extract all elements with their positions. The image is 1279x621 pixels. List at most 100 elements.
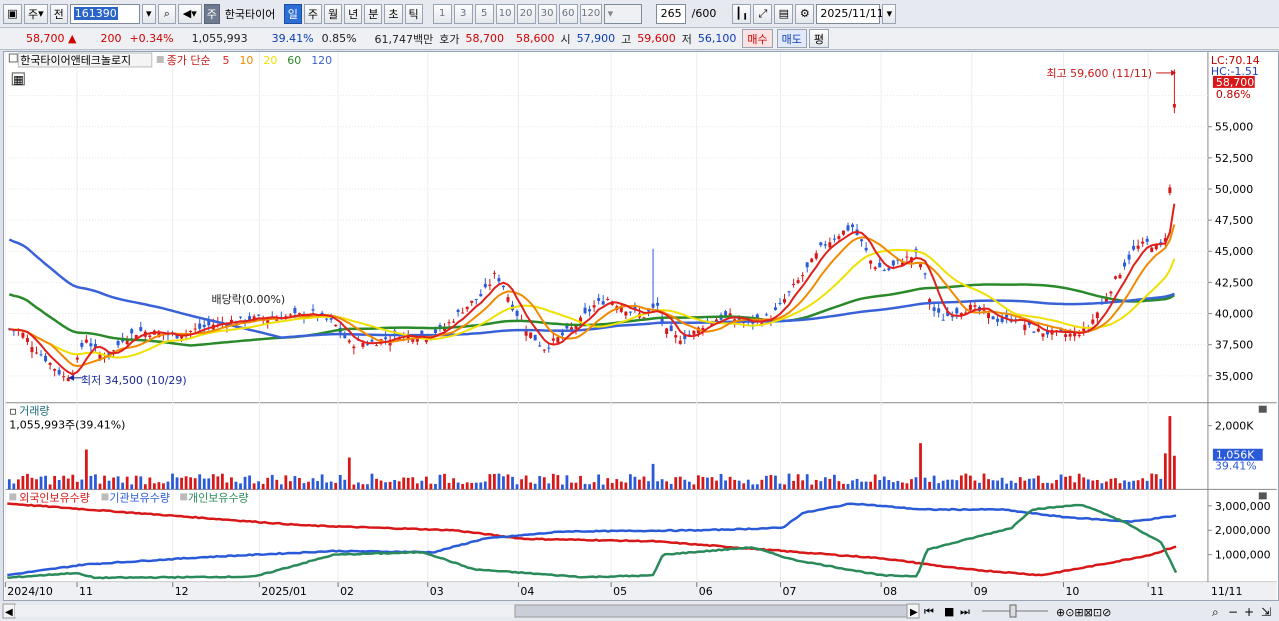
sell-button[interactable]: 매도	[776, 29, 807, 48]
ask-label: 호가	[439, 32, 460, 46]
volume-bar	[1014, 482, 1018, 490]
price-axis-tick: 47,500	[1215, 214, 1253, 227]
interval-1[interactable]: 1	[432, 3, 452, 24]
buy-button[interactable]: 매수	[742, 29, 773, 48]
volume-bar	[832, 474, 836, 490]
zoom-slider-handle[interactable]	[1009, 604, 1017, 618]
volume-bar	[16, 479, 20, 490]
scroll-thumb[interactable]	[514, 604, 908, 618]
interval-custom-input[interactable]: ▾	[603, 3, 642, 24]
interval-120[interactable]: 120	[579, 3, 602, 24]
volume-bar	[619, 481, 623, 490]
volume-bar	[524, 475, 528, 490]
zoom-out-icon[interactable]: −	[1228, 605, 1238, 619]
volume-bar	[506, 474, 510, 490]
next-page-icon[interactable]: ⏭	[960, 605, 970, 618]
prev-button[interactable]: 전	[49, 3, 68, 24]
candle-body	[384, 337, 388, 340]
period-day[interactable]: 일	[283, 3, 302, 24]
volume-bar	[760, 479, 764, 490]
draw-tool-icon[interactable]: ⤢	[753, 3, 773, 24]
candle-body	[882, 269, 886, 271]
volume-bar	[710, 477, 714, 490]
interval-10[interactable]: 10	[495, 3, 515, 24]
interval-3[interactable]: 3	[453, 3, 473, 24]
volume-bar	[1095, 479, 1099, 490]
interval-20[interactable]: 20	[516, 3, 536, 24]
volume-bar	[198, 474, 202, 490]
holdings-legend-0: 외국인보유수량	[19, 491, 90, 504]
period-year[interactable]: 년	[344, 3, 363, 24]
date-dropdown-icon[interactable]: ▾	[882, 3, 897, 24]
volume-bar	[638, 479, 641, 490]
volume-bar	[21, 475, 25, 490]
candle-body	[320, 312, 324, 315]
volume-bar	[189, 477, 193, 490]
volume-bar	[588, 484, 591, 490]
date-input[interactable]: 2025/11/11	[816, 3, 884, 24]
price-change-pct: +0.34%	[129, 32, 174, 45]
candle-body	[1064, 334, 1068, 337]
volume-bar	[447, 482, 451, 490]
fit-icon[interactable]: ⇲	[1261, 605, 1271, 619]
volume-bar	[266, 477, 270, 490]
zoom-in-icon[interactable]: +	[1244, 605, 1254, 619]
code-dropdown-icon[interactable]: ▾	[141, 3, 156, 24]
volume-bar	[529, 482, 533, 490]
volume-bar	[846, 483, 850, 490]
stop-icon[interactable]: ■	[944, 605, 954, 618]
first-page-icon[interactable]: ⏮	[924, 605, 934, 618]
stock-chart[interactable]: 55,000 52,500 50,000 47,500 45,000 42,500 40,0…	[3, 51, 1279, 601]
period-minute[interactable]: 분	[364, 3, 383, 24]
candle-body	[57, 370, 61, 375]
volume-bar	[778, 483, 782, 490]
interval-30[interactable]: 30	[537, 3, 557, 24]
volume-bar	[320, 474, 324, 490]
volume-bar	[116, 476, 120, 490]
volume-bar	[424, 476, 428, 490]
interval-5[interactable]: 5	[474, 3, 494, 24]
price-axis-tick: 45,000	[1215, 245, 1253, 258]
volume-bar	[533, 483, 537, 490]
candle-body	[456, 309, 460, 313]
candle-body	[470, 300, 474, 303]
volume-bar	[515, 484, 519, 490]
candle-body	[783, 299, 787, 303]
scroll-track[interactable]	[15, 605, 515, 617]
count-input[interactable]: 265	[655, 3, 686, 24]
period-second[interactable]: 초	[384, 3, 403, 24]
scroll-controls[interactable]: ◀ ▶ ⏮ ■ ⏭ ⊕⊙⊞⊠⊡⊘ ⌕ − + ⇲	[0, 601, 1279, 621]
gear-icon[interactable]: ⚙	[795, 3, 815, 24]
sound-icon[interactable]: ◀▾	[177, 3, 202, 24]
period-tick[interactable]: 틱	[404, 3, 423, 24]
date-axis-label: 05	[613, 585, 627, 598]
candle-body	[982, 309, 986, 311]
candle-body	[832, 238, 836, 240]
volume-bar	[103, 475, 106, 490]
save-icon[interactable]: ▤	[774, 3, 794, 24]
stock-code-input[interactable]: 161390	[69, 3, 140, 24]
interval-60[interactable]: 60	[558, 3, 578, 24]
stock-code-value: 161390	[73, 7, 118, 20]
volume-bar	[243, 476, 247, 490]
search-icon[interactable]: ⌕	[1212, 605, 1219, 619]
chart-tool-icons[interactable]: ⊕⊙⊞⊠⊡⊘	[1056, 606, 1111, 619]
candle-body	[1172, 104, 1176, 108]
average-button[interactable]: 평	[808, 29, 830, 48]
volume-bar	[610, 482, 614, 490]
volume-bar	[248, 475, 251, 490]
search-icon[interactable]: ⌕	[157, 3, 176, 24]
market-select[interactable]: 주 ▾	[24, 3, 48, 24]
chart-menu-icon[interactable]: ▣	[3, 3, 22, 24]
volume-bar	[366, 484, 369, 490]
volume-bar	[75, 481, 79, 490]
candle-body	[624, 311, 628, 316]
volume-bar	[687, 481, 691, 490]
volume-bar	[284, 475, 288, 490]
volume-bar	[511, 476, 514, 490]
candle-type-icon[interactable]: ┃╻	[732, 3, 752, 24]
volume-bar	[896, 480, 900, 490]
period-week[interactable]: 주	[303, 3, 323, 24]
period-month[interactable]: 월	[324, 3, 343, 24]
candle-body	[973, 305, 977, 307]
